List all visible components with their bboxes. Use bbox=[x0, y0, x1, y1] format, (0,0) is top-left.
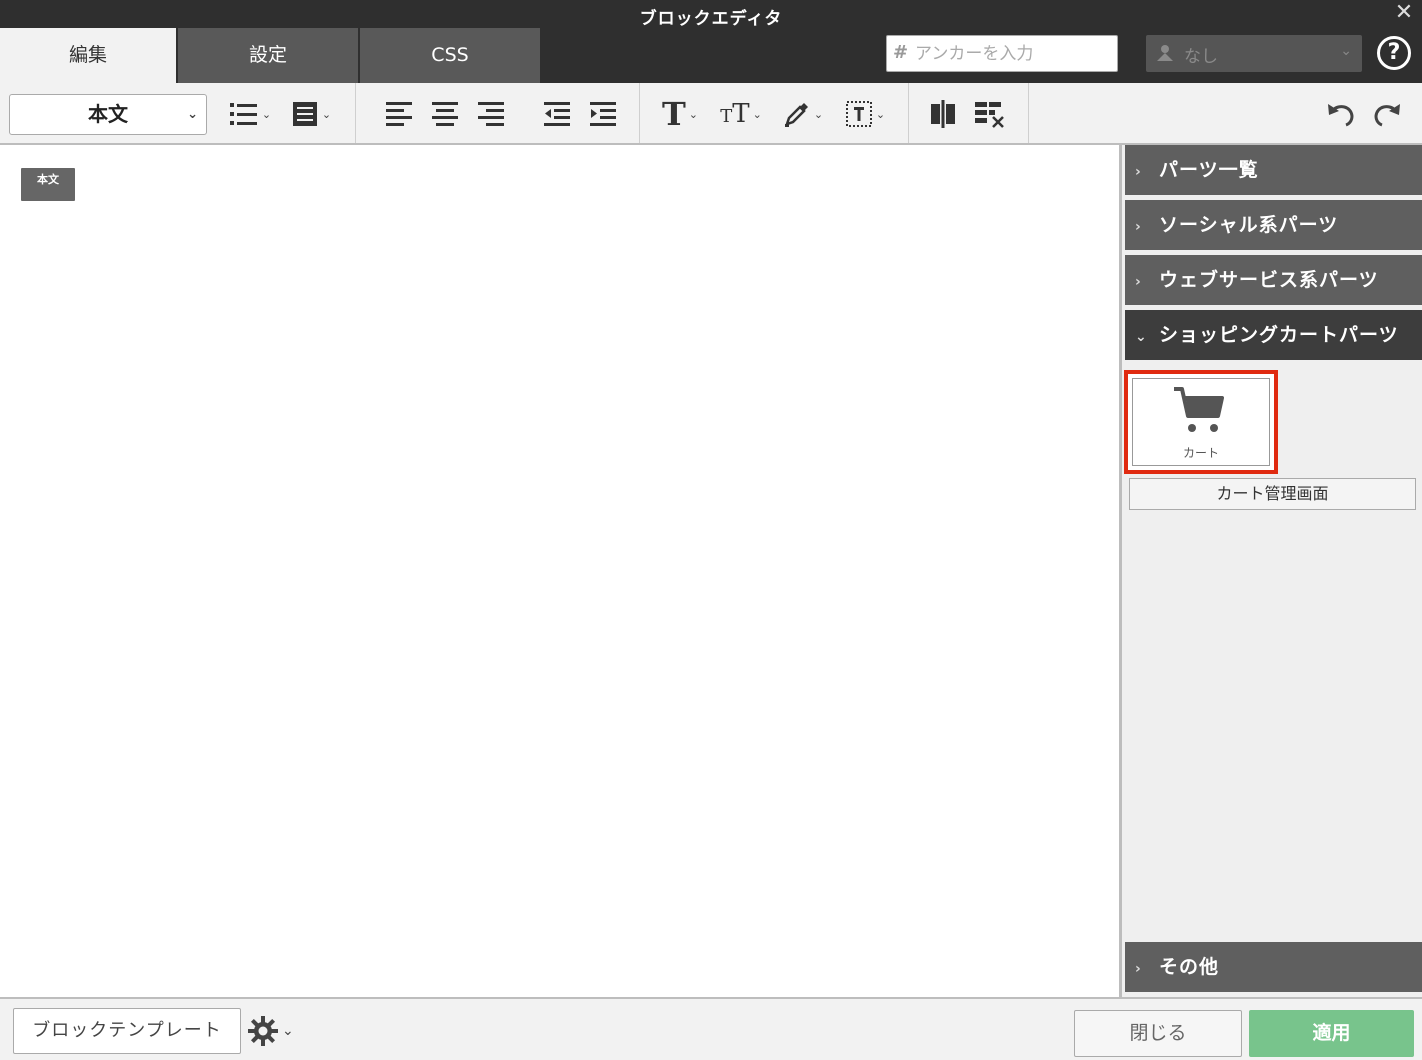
accordion-label: ショッピングカートパーツ bbox=[1159, 324, 1399, 346]
role-select[interactable]: なし ⌄ bbox=[1146, 35, 1362, 72]
chevron-down-icon: ⌄ bbox=[875, 107, 886, 121]
tab-settings[interactable]: 設定 bbox=[178, 28, 358, 83]
text-style-icon: T bbox=[661, 95, 686, 133]
chevron-down-icon: ⌄ bbox=[688, 107, 699, 121]
block-template-button[interactable]: ブロックテンプレート bbox=[13, 1008, 241, 1054]
align-right-button[interactable] bbox=[472, 95, 510, 133]
title-bar: ブロックエディタ ✕ bbox=[0, 0, 1422, 29]
column-icon bbox=[931, 100, 955, 128]
cart-part-item[interactable]: カート bbox=[1124, 370, 1278, 474]
list-button[interactable]: ⌄ bbox=[224, 95, 276, 133]
accordion-shopping-cart-parts[interactable]: ⌄ ショッピングカートパーツ bbox=[1125, 310, 1422, 360]
parts-panel: › パーツ一覧 › ソーシャル系パーツ › ウェブサービス系パーツ ⌄ ショッピングカー… bbox=[1119, 145, 1422, 997]
align-left-button[interactable] bbox=[380, 95, 418, 133]
align-center-button[interactable] bbox=[426, 95, 464, 133]
chevron-right-icon: › bbox=[1135, 274, 1142, 290]
border-button[interactable]: ⌄ bbox=[838, 95, 892, 133]
outdent-icon bbox=[544, 102, 570, 126]
font-size-icon: TT bbox=[720, 99, 750, 129]
editor-canvas[interactable]: 本文 bbox=[0, 147, 1119, 997]
accordion-label: その他 bbox=[1159, 956, 1220, 978]
footer-bar: ブロックテンプレート ⌄ 閉じる 適用 bbox=[0, 997, 1422, 1060]
chevron-down-icon: ⌄ bbox=[187, 107, 198, 122]
accordion-label: パーツ一覧 bbox=[1159, 159, 1259, 181]
chevron-right-icon: › bbox=[1135, 219, 1142, 235]
indent-icon bbox=[590, 102, 616, 126]
border-icon bbox=[845, 101, 872, 127]
anchor-field[interactable]: # bbox=[886, 35, 1118, 72]
shopping-cart-icon bbox=[1174, 387, 1224, 432]
tab-edit[interactable]: 編集 bbox=[0, 28, 176, 83]
table-icon bbox=[975, 102, 1004, 128]
redo-button[interactable] bbox=[1368, 95, 1406, 133]
align-right-icon bbox=[478, 102, 504, 126]
accordion-social-parts[interactable]: › ソーシャル系パーツ bbox=[1125, 200, 1422, 250]
paragraph-style-select[interactable]: 本文 ⌄ bbox=[9, 94, 207, 135]
chevron-down-icon: ⌄ bbox=[752, 107, 762, 121]
toolbar-divider bbox=[1028, 83, 1029, 143]
accordion-webservice-parts[interactable]: › ウェブサービス系パーツ bbox=[1125, 255, 1422, 305]
help-icon[interactable]: ? bbox=[1377, 36, 1411, 70]
undo-icon bbox=[1328, 104, 1354, 127]
apply-button[interactable]: 適用 bbox=[1249, 1010, 1414, 1057]
chevron-right-icon: › bbox=[1135, 164, 1142, 180]
chevron-down-icon: ⌄ bbox=[813, 107, 824, 121]
accordion-parts-list[interactable]: › パーツ一覧 bbox=[1125, 145, 1422, 195]
block-icon bbox=[292, 102, 317, 126]
anchor-input[interactable] bbox=[915, 40, 1111, 68]
accordion-other[interactable]: › その他 bbox=[1125, 942, 1422, 992]
person-icon bbox=[1157, 45, 1173, 61]
gear-icon bbox=[248, 1016, 278, 1046]
accordion-label: ソーシャル系パーツ bbox=[1159, 214, 1339, 236]
color-picker-icon bbox=[784, 103, 808, 127]
redo-icon bbox=[1374, 104, 1400, 127]
column-button[interactable] bbox=[924, 95, 962, 133]
block-type-badge: 本文 bbox=[21, 168, 75, 201]
tab-css[interactable]: CSS bbox=[360, 28, 540, 83]
close-icon[interactable]: ✕ bbox=[1392, 1, 1416, 25]
toolbar-divider bbox=[355, 83, 356, 143]
toolbar-divider bbox=[639, 83, 640, 143]
block-button[interactable]: ⌄ bbox=[284, 95, 338, 133]
hash-icon: # bbox=[893, 42, 909, 63]
undo-button[interactable] bbox=[1322, 95, 1360, 133]
chevron-down-icon: ⌄ bbox=[1340, 43, 1352, 59]
accordion-label: ウェブサービス系パーツ bbox=[1159, 269, 1379, 291]
text-style-button[interactable]: T ⌄ bbox=[654, 95, 706, 133]
color-picker-button[interactable]: ⌄ bbox=[776, 95, 830, 133]
toolbar-divider bbox=[908, 83, 909, 143]
chevron-down-icon: ⌄ bbox=[282, 1023, 294, 1039]
chevron-down-icon: ⌄ bbox=[261, 107, 272, 121]
cart-part-label: カート bbox=[1182, 446, 1219, 460]
tab-bar: 編集 設定 CSS # なし ⌄ ? bbox=[0, 26, 1422, 83]
align-left-icon bbox=[386, 102, 412, 126]
table-button[interactable] bbox=[970, 95, 1008, 133]
role-select-value: なし bbox=[1184, 47, 1218, 67]
font-size-button[interactable]: TT ⌄ bbox=[714, 95, 768, 133]
align-center-icon bbox=[432, 102, 458, 126]
paragraph-style-value: 本文 bbox=[88, 102, 128, 126]
chevron-right-icon: › bbox=[1135, 961, 1142, 977]
close-button[interactable]: 閉じる bbox=[1074, 1010, 1242, 1057]
chevron-down-icon: ⌄ bbox=[321, 107, 332, 121]
cart-admin-button[interactable]: カート管理画面 bbox=[1129, 478, 1416, 510]
format-toolbar: 本文 ⌄ ⌄ ⌄ T ⌄ TT ⌄ ⌄ ⌄ bbox=[0, 83, 1422, 145]
settings-menu-button[interactable]: ⌄ bbox=[247, 1013, 303, 1049]
indent-button[interactable] bbox=[584, 95, 622, 133]
chevron-down-icon: ⌄ bbox=[1135, 329, 1148, 345]
list-icon bbox=[229, 103, 257, 125]
outdent-button[interactable] bbox=[538, 95, 576, 133]
